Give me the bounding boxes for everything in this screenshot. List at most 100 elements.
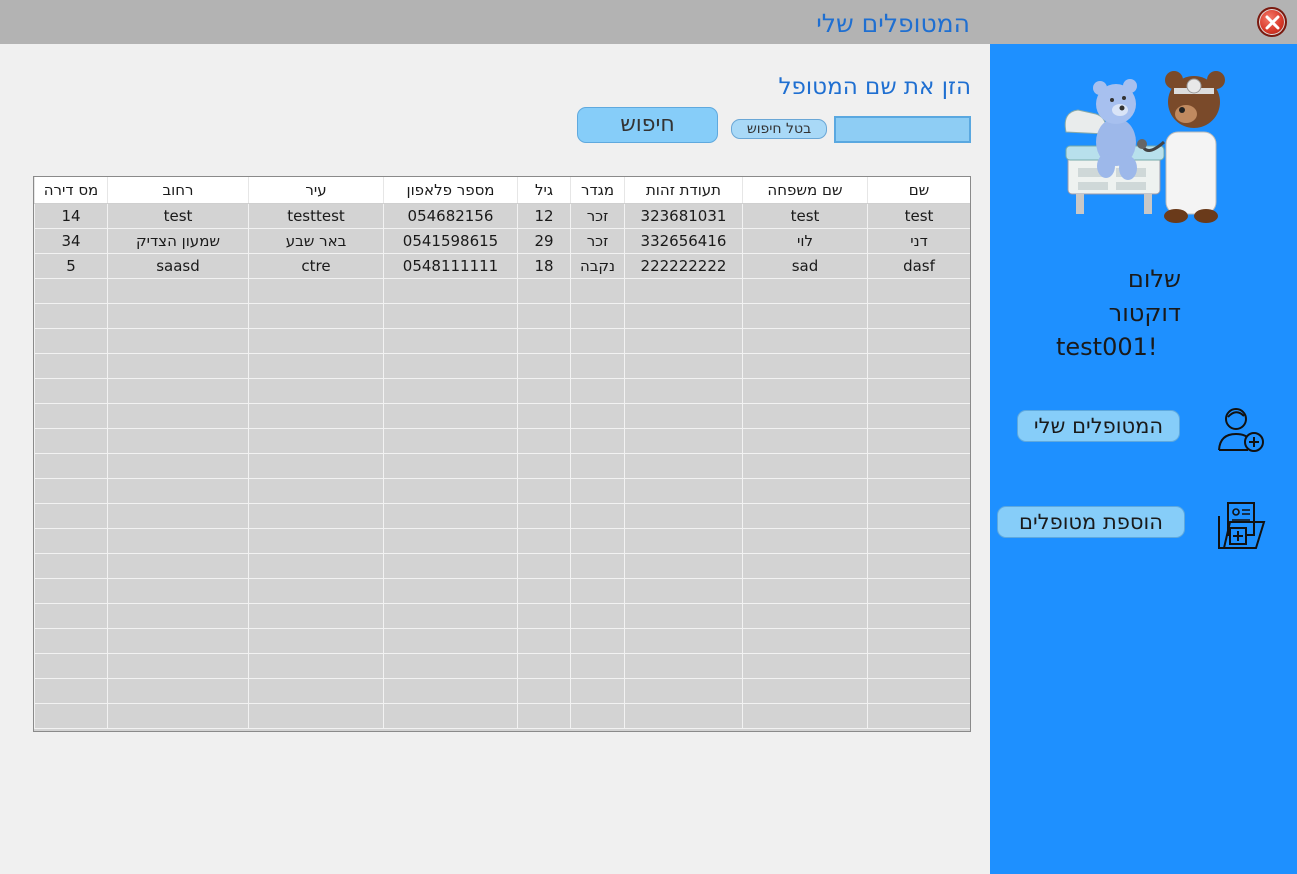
table-cell[interactable]: 34 [34, 227, 108, 254]
table-cell[interactable]: saasd [107, 252, 249, 279]
empty-table-row[interactable] [34, 602, 970, 629]
table-cell[interactable] [248, 327, 384, 354]
table-cell[interactable] [742, 427, 868, 454]
table-cell[interactable] [107, 502, 249, 529]
table-cell[interactable] [570, 652, 625, 679]
table-cell[interactable] [867, 577, 970, 604]
table-cell[interactable] [383, 477, 518, 504]
table-cell[interactable] [248, 427, 384, 454]
table-cell[interactable] [517, 502, 571, 529]
table-cell[interactable] [624, 502, 743, 529]
empty-table-row[interactable] [34, 527, 970, 554]
table-cell[interactable]: נקבה [570, 252, 625, 279]
table-cell[interactable] [107, 377, 249, 404]
table-cell[interactable] [517, 302, 571, 329]
table-cell[interactable] [742, 577, 868, 604]
table-cell[interactable] [570, 627, 625, 654]
table-cell[interactable]: 222222222 [624, 252, 743, 279]
table-cell[interactable] [624, 352, 743, 379]
table-cell[interactable] [517, 327, 571, 354]
table-cell[interactable] [248, 277, 384, 304]
table-cell[interactable] [867, 552, 970, 579]
empty-table-row[interactable] [34, 402, 970, 429]
table-cell[interactable] [107, 577, 249, 604]
table-cell[interactable] [107, 402, 249, 429]
table-cell[interactable] [570, 477, 625, 504]
table-cell[interactable] [248, 577, 384, 604]
table-cell[interactable] [517, 477, 571, 504]
table-row[interactable]: dasf sad 222222222 נקבה 18 0548111111 ctre saas… [34, 252, 970, 279]
table-cell[interactable] [383, 577, 518, 604]
empty-table-row[interactable] [34, 452, 970, 479]
table-cell[interactable] [570, 452, 625, 479]
empty-table-row[interactable] [34, 302, 970, 329]
table-cell[interactable] [34, 702, 108, 729]
table-cell[interactable] [624, 677, 743, 704]
table-cell[interactable] [383, 652, 518, 679]
column-header[interactable]: מספר פלאפון [383, 177, 518, 204]
table-cell[interactable] [742, 677, 868, 704]
table-cell[interactable]: דני [867, 227, 970, 254]
table-cell[interactable] [34, 477, 108, 504]
table-cell[interactable] [624, 702, 743, 729]
table-cell[interactable] [107, 527, 249, 554]
table-cell[interactable] [624, 277, 743, 304]
table-cell[interactable] [383, 327, 518, 354]
table-cell[interactable] [107, 677, 249, 704]
table-cell[interactable] [248, 552, 384, 579]
table-cell[interactable]: 054682156 [383, 202, 518, 229]
table-cell[interactable] [517, 702, 571, 729]
table-cell[interactable] [34, 652, 108, 679]
table-cell[interactable]: ctre [248, 252, 384, 279]
table-cell[interactable] [383, 352, 518, 379]
table-cell[interactable]: 14 [34, 202, 108, 229]
table-cell[interactable] [570, 377, 625, 404]
table-cell[interactable] [248, 352, 384, 379]
table-cell[interactable]: test [867, 202, 970, 229]
table-cell[interactable] [517, 377, 571, 404]
add-patients-button[interactable]: הוספת מטופלים [997, 506, 1185, 538]
table-cell[interactable] [107, 427, 249, 454]
table-cell[interactable] [248, 627, 384, 654]
table-cell[interactable] [107, 452, 249, 479]
table-cell[interactable] [570, 402, 625, 429]
table-cell[interactable] [107, 702, 249, 729]
table-cell[interactable] [867, 502, 970, 529]
table-cell[interactable]: dasf [867, 252, 970, 279]
table-cell[interactable]: זכר [570, 202, 625, 229]
table-cell[interactable] [517, 577, 571, 604]
table-cell[interactable] [742, 452, 868, 479]
table-cell[interactable] [867, 602, 970, 629]
table-cell[interactable]: שמעון הצדיק [107, 227, 249, 254]
table-cell[interactable]: sad [742, 252, 868, 279]
table-cell[interactable] [34, 377, 108, 404]
table-cell[interactable] [867, 477, 970, 504]
table-cell[interactable] [517, 652, 571, 679]
table-cell[interactable] [624, 377, 743, 404]
column-header[interactable]: מגדר [570, 177, 625, 204]
table-cell[interactable] [867, 702, 970, 729]
table-cell[interactable] [517, 402, 571, 429]
table-cell[interactable] [248, 602, 384, 629]
table-cell[interactable] [570, 702, 625, 729]
search-input[interactable] [834, 116, 971, 143]
table-cell[interactable] [624, 527, 743, 554]
table-cell[interactable] [517, 602, 571, 629]
table-cell[interactable] [383, 527, 518, 554]
table-row[interactable]: דני לוי 332656416 זכר 29 0541598615 באר שבע שמע… [34, 227, 970, 254]
table-cell[interactable] [107, 627, 249, 654]
search-button[interactable]: חיפוש [577, 107, 718, 143]
table-cell[interactable] [248, 477, 384, 504]
table-cell[interactable] [570, 302, 625, 329]
table-cell[interactable] [624, 627, 743, 654]
table-cell[interactable] [34, 452, 108, 479]
table-cell[interactable] [34, 627, 108, 654]
table-cell[interactable] [624, 602, 743, 629]
table-cell[interactable] [742, 652, 868, 679]
table-cell[interactable] [383, 602, 518, 629]
table-cell[interactable] [34, 677, 108, 704]
table-cell[interactable] [107, 352, 249, 379]
table-cell[interactable] [34, 402, 108, 429]
table-cell[interactable] [248, 377, 384, 404]
table-cell[interactable] [867, 377, 970, 404]
